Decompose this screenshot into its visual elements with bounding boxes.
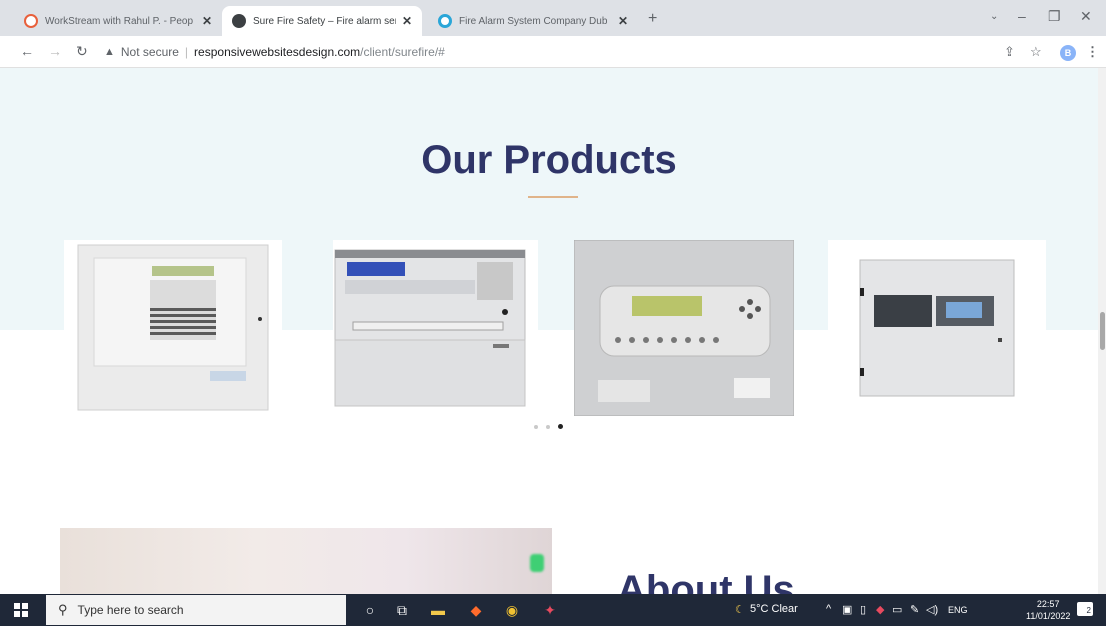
minimize-icon[interactable]: – — [1018, 8, 1026, 24]
restore-icon[interactable]: ❐ — [1048, 8, 1061, 25]
green-light-icon — [530, 554, 544, 572]
scrollbar-thumb[interactable] — [1100, 312, 1105, 350]
forward-arrow-icon[interactable]: → — [48, 43, 62, 59]
page-viewport: Our Products About Us — [0, 68, 1098, 594]
tab-surefire[interactable]: Sure Fire Safety – Fire alarm serv ✕ — [222, 6, 422, 36]
language-indicator[interactable]: ENG — [948, 605, 968, 615]
windows-start-icon[interactable] — [14, 603, 28, 617]
pen-icon[interactable]: ✎ — [910, 603, 919, 616]
show-hidden-icons-icon[interactable]: ^ — [826, 603, 831, 615]
office-app-icon[interactable]: ◆ — [466, 600, 486, 620]
tab-search-chevron-icon[interactable]: ⌄ — [990, 11, 998, 22]
close-tab-icon[interactable]: ✕ — [202, 14, 212, 28]
security-label[interactable]: Not secure — [121, 45, 179, 59]
new-tab-button[interactable]: + — [648, 10, 657, 28]
tab-workstream[interactable]: WorkStream with Rahul P. - Peop ✕ — [14, 6, 222, 36]
tab-title: WorkStream with Rahul P. - Peop — [45, 15, 194, 27]
warning-icon[interactable]: ▲ — [104, 46, 115, 58]
about-heading: About Us — [617, 568, 795, 594]
clock-date: 11/01/2022 — [1026, 611, 1071, 621]
bookmark-star-icon[interactable]: ☆ — [1030, 44, 1042, 60]
menu-icon[interactable]: ⋮ — [1086, 44, 1099, 60]
url-host: responsivewebsitesdesign.com — [194, 45, 361, 59]
taskbar-search-placeholder: Type here to search — [77, 603, 184, 617]
back-arrow-icon[interactable]: ← — [20, 43, 34, 59]
globe-icon — [232, 14, 246, 28]
search-icon: ⚲ — [58, 602, 68, 617]
taskbar-search-box[interactable]: ⚲ Type here to search — [46, 595, 346, 625]
tab-title: Fire Alarm System Company Dub — [459, 15, 608, 27]
product-card-1[interactable] — [64, 240, 282, 414]
app-icon[interactable]: ✦ — [540, 600, 560, 620]
profile-avatar[interactable]: B — [1060, 45, 1076, 61]
fire-alarm-panel-image — [77, 244, 269, 411]
carousel-dot-2[interactable] — [546, 424, 550, 429]
section-heading: Our Products — [421, 138, 677, 182]
share-icon[interactable]: ⇪ — [1004, 44, 1015, 60]
carousel-dot-3[interactable] — [558, 424, 563, 429]
network-icon[interactable]: ▭ — [892, 603, 902, 616]
tray-app-icon-2[interactable]: ▯ — [860, 603, 866, 616]
tab-fire-alarm-company[interactable]: Fire Alarm System Company Dub ✕ — [428, 6, 638, 36]
carousel-pagination — [534, 424, 563, 429]
tray-app-icon[interactable]: ▣ — [842, 603, 852, 616]
cortana-circle-icon[interactable]: ○ — [360, 600, 380, 620]
fire-alarm-panel-image — [334, 249, 526, 407]
reload-icon[interactable]: ↻ — [76, 43, 88, 60]
close-tab-icon[interactable]: ✕ — [618, 14, 628, 28]
address-bar[interactable]: ▲ Not secure | responsivewebsitesdesign.… — [104, 40, 954, 64]
notification-icon[interactable]: 2 — [1077, 602, 1093, 616]
close-tab-icon[interactable]: ✕ — [402, 14, 412, 28]
file-explorer-icon[interactable]: ▬ — [428, 600, 448, 620]
browser-toolbar: ← → ↻ ▲ Not secure | responsivewebsitesd… — [0, 36, 1106, 68]
tab-strip: WorkStream with Rahul P. - Peop ✕ Sure F… — [0, 0, 1106, 36]
volume-icon[interactable]: ◁) — [926, 603, 938, 616]
task-view-icon[interactable]: ⧉ — [392, 600, 412, 620]
close-window-icon[interactable]: ✕ — [1080, 8, 1092, 25]
windows-taskbar: ⚲ Type here to search ○ ⧉ ▬ ◆ ◉ ✦ ☾ 5°C … — [0, 594, 1106, 626]
tab-title: Sure Fire Safety – Fire alarm serv — [253, 15, 396, 27]
fire-alarm-panel-image — [859, 259, 1015, 397]
omnibox-divider: | — [184, 45, 189, 59]
product-card-3[interactable] — [574, 240, 794, 416]
chrome-icon[interactable]: ◉ — [502, 600, 522, 620]
about-image — [60, 528, 552, 594]
workstream-favicon-icon — [24, 14, 38, 28]
tray-app-icon-3[interactable]: ◆ — [876, 603, 884, 616]
product-card-2[interactable] — [333, 240, 538, 412]
fire-alarm-panel-image — [574, 240, 794, 416]
url-path: /client/surefire/# — [360, 45, 445, 59]
heading-underline — [528, 196, 578, 198]
clock-time: 22:57 — [1036, 599, 1060, 609]
product-card-4[interactable] — [828, 240, 1046, 404]
moon-icon: ☾ — [735, 604, 745, 616]
clock[interactable]: 22:57 11/01/2022 — [1026, 598, 1070, 622]
site-favicon-icon — [438, 14, 452, 28]
carousel-dot-1[interactable] — [534, 424, 538, 429]
weather-text[interactable]: 5°C Clear — [750, 603, 798, 615]
